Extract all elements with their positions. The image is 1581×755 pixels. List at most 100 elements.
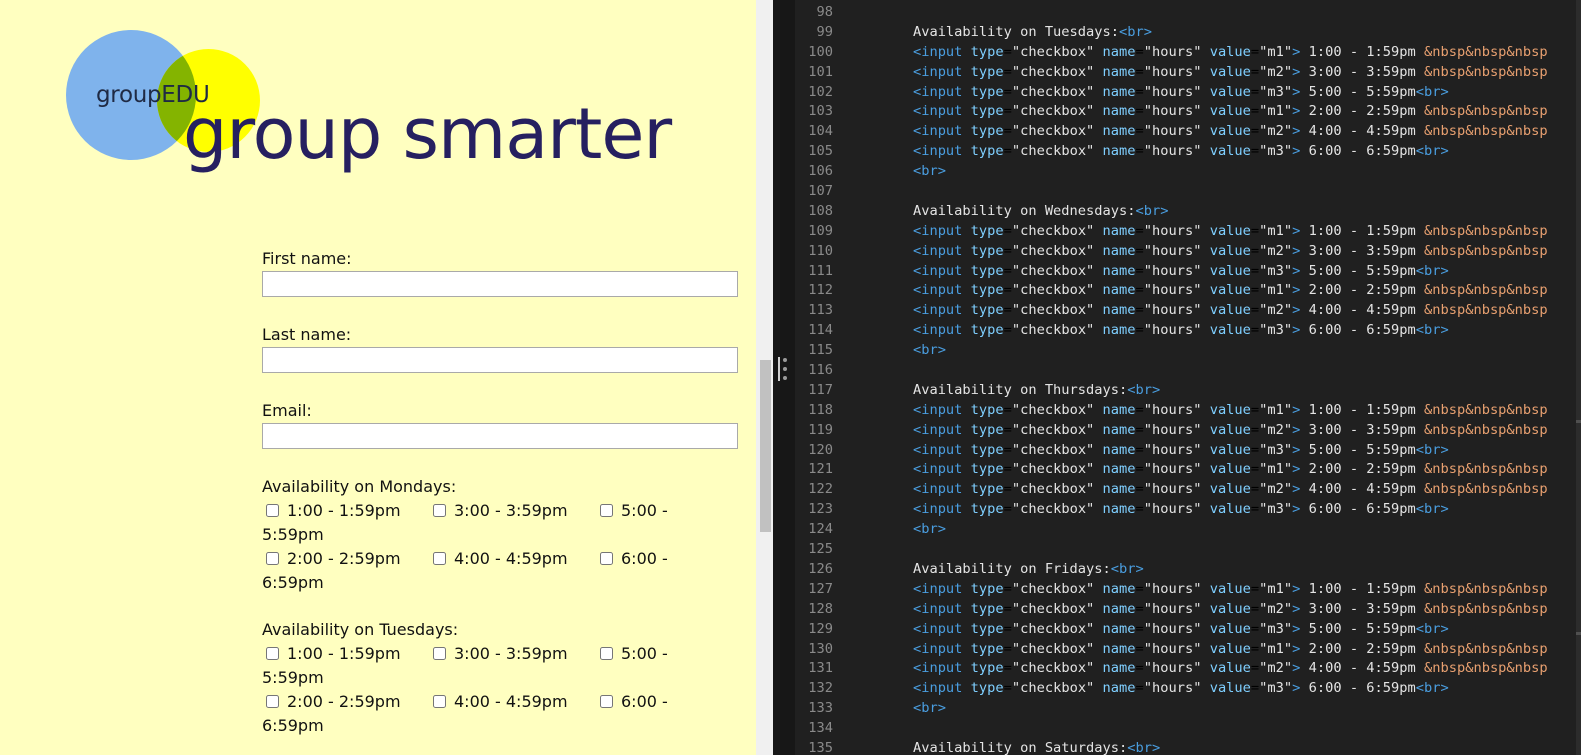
code-text: 5:00 - 5:59pm [1308, 262, 1416, 279]
code-tag: > [1292, 600, 1301, 617]
last-name-field[interactable] [262, 347, 738, 373]
time-checkbox[interactable] [266, 552, 279, 565]
line-number: 111 [808, 262, 833, 279]
time-slot: 4:00 - 4:59pm [429, 547, 568, 571]
code-line: 132 <input type="checkbox" name="hours" … [795, 679, 1548, 699]
time-label-wrap: 6:59pm [262, 716, 324, 735]
time-slot: 6:00 - [596, 690, 668, 714]
page-preview: groupEDU group smarter First name: Last … [0, 0, 756, 755]
line-number: 100 [808, 43, 833, 60]
code-tag: <input [912, 600, 963, 617]
code-string: "m1" [1259, 282, 1293, 299]
code-attribute: type [970, 123, 1004, 140]
line-number: 131 [808, 660, 833, 677]
preview-scrollbar-thumb[interactable] [760, 360, 771, 532]
code-attribute: name [1102, 580, 1136, 597]
code-string: "m2" [1259, 600, 1293, 617]
code-string: "hours" [1143, 63, 1202, 80]
time-label: 5:00 - [621, 644, 668, 663]
splitter-dot-icon [783, 358, 787, 362]
code-string: "checkbox" [1011, 660, 1095, 677]
code-tag: > [1292, 461, 1301, 478]
code-string: "m1" [1259, 401, 1293, 418]
code-text: Availability on Saturdays: [912, 739, 1128, 755]
time-checkbox[interactable] [266, 695, 279, 708]
splitter-grip-icon[interactable] [778, 357, 780, 381]
code-attribute: type [970, 461, 1004, 478]
code-attribute: type [970, 401, 1004, 418]
time-checkbox[interactable] [433, 504, 446, 517]
code-string: "checkbox" [1011, 222, 1095, 239]
code-text: 5:00 - 5:59pm [1308, 83, 1416, 100]
time-label-wrap: 5:59pm [262, 668, 324, 687]
line-number: 108 [808, 202, 833, 219]
day-title: Availability on Tuesdays: [262, 620, 459, 639]
time-checkbox[interactable] [600, 504, 613, 517]
time-checkbox[interactable] [600, 695, 613, 708]
code-area[interactable]: 98 99 Availability on Tuesdays:<br> 100 <i… [795, 3, 1548, 755]
code-attribute: name [1102, 640, 1136, 657]
code-text: 4:00 - 4:59pm [1308, 302, 1416, 319]
time-checkbox[interactable] [600, 647, 613, 660]
code-attribute: value [1209, 83, 1251, 100]
code-line: 108 Availability on Wednesdays:<br> [795, 202, 1548, 222]
time-checkbox[interactable] [433, 695, 446, 708]
line-number: 110 [808, 242, 833, 259]
line-number: 118 [808, 401, 833, 418]
code-editor[interactable]: 98 99 Availability on Tuesdays:<br> 100 <i… [773, 0, 1581, 755]
code-attribute: type [970, 63, 1004, 80]
time-label-wrap: 6:59pm [262, 573, 324, 592]
code-line: 102 <input type="checkbox" name="hours" … [795, 83, 1548, 103]
code-tag: <br> [1415, 620, 1449, 637]
time-checkbox[interactable] [433, 552, 446, 565]
line-number: 115 [808, 342, 833, 359]
code-line: 130 <input type="checkbox" name="hours" … [795, 640, 1547, 660]
code-attribute: name [1102, 43, 1136, 60]
code-tag: > [1292, 620, 1301, 637]
code-attribute: type [970, 441, 1004, 458]
code-tag: <input [912, 580, 963, 597]
code-attribute: type [970, 580, 1004, 597]
code-attribute: value [1209, 282, 1251, 299]
code-tag: <input [912, 63, 963, 80]
code-attribute: name [1102, 481, 1136, 498]
time-checkbox[interactable] [600, 552, 613, 565]
first-name-field[interactable] [262, 271, 738, 297]
code-line: 133 <br> [795, 699, 1548, 719]
code-string: "m3" [1259, 501, 1293, 518]
time-label: 1:00 - 1:59pm [287, 501, 401, 520]
line-number: 133 [808, 700, 833, 717]
code-text: 6:00 - 6:59pm [1308, 143, 1416, 160]
code-line: 109 <input type="checkbox" name="hours" … [795, 222, 1547, 242]
code-string: "checkbox" [1011, 302, 1095, 319]
code-attribute: type [970, 242, 1004, 259]
code-string: "m1" [1259, 222, 1293, 239]
code-tag: <br> [912, 700, 946, 717]
code-string: "checkbox" [1011, 620, 1095, 637]
code-tag: > [1292, 262, 1301, 279]
splitter[interactable] [773, 0, 795, 755]
code-attribute: name [1102, 322, 1136, 339]
time-checkbox[interactable] [266, 504, 279, 517]
code-attribute: value [1209, 401, 1251, 418]
code-line: 124 <br> [795, 520, 1548, 540]
code-line: 131 <input type="checkbox" name="hours" … [795, 659, 1547, 679]
code-tag: > [1292, 501, 1301, 518]
code-string: "m3" [1259, 262, 1293, 279]
code-attribute: type [970, 83, 1004, 100]
time-checkbox[interactable] [266, 647, 279, 660]
email-field[interactable] [262, 423, 738, 449]
code-attribute: type [970, 501, 1004, 518]
code-line: 119 <input type="checkbox" name="hours" … [795, 421, 1547, 441]
code-attribute: value [1209, 680, 1251, 697]
overview-ruler[interactable] [1576, 0, 1581, 755]
code-tag: > [1292, 322, 1301, 339]
time-label: 6:00 - [621, 692, 668, 711]
code-tag: > [1292, 660, 1301, 677]
time-checkbox[interactable] [433, 647, 446, 660]
code-attribute: name [1102, 123, 1136, 140]
code-tag: <input [912, 481, 963, 498]
code-string: "checkbox" [1011, 103, 1095, 120]
code-text: 3:00 - 3:59pm [1308, 421, 1416, 438]
code-string: "hours" [1143, 680, 1202, 697]
